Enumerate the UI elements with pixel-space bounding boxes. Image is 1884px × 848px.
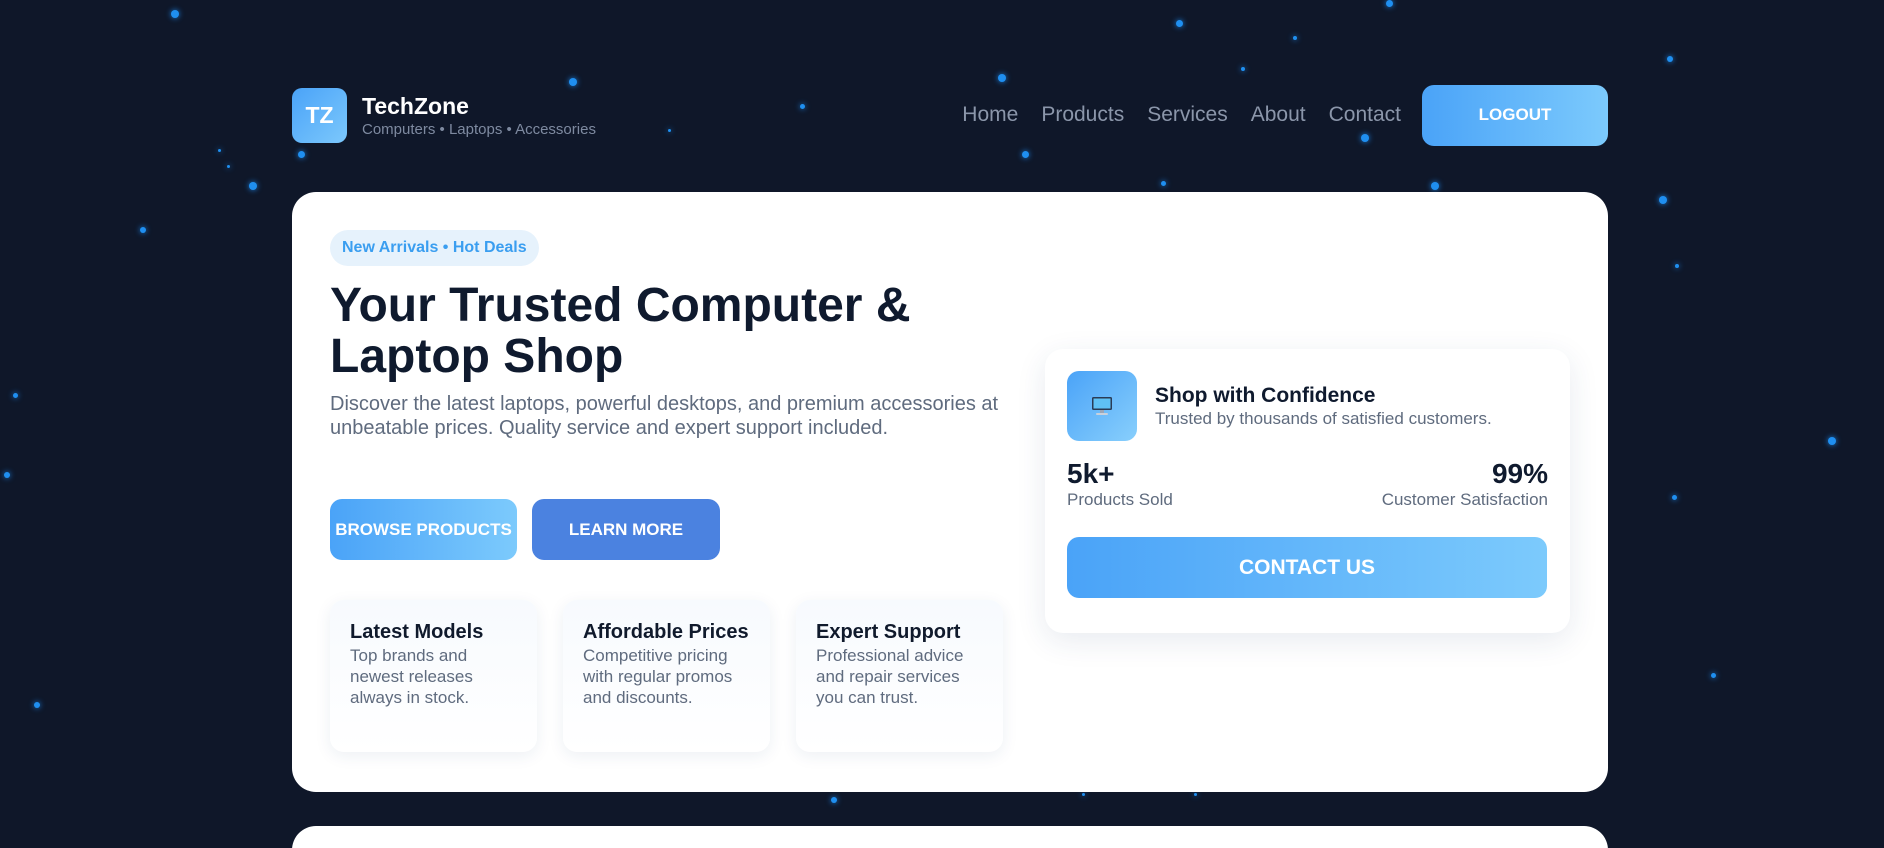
feature-title: Affordable Prices: [583, 621, 749, 643]
star-dot: [1828, 437, 1836, 445]
star-dot: [1241, 67, 1245, 71]
learn-more-button[interactable]: LEARN MORE: [532, 499, 720, 560]
star-dot: [34, 702, 40, 708]
star-dot: [218, 149, 221, 152]
stats-row: 5k+ Products Sold 99% Customer Satisfact…: [1067, 457, 1548, 510]
browse-products-button[interactable]: BROWSE PRODUCTS: [330, 499, 517, 560]
star-dot: [1711, 673, 1716, 678]
confidence-header: Shop with Confidence Trusted by thousand…: [1067, 371, 1548, 441]
brand-tagline: Computers • Laptops • Accessories: [362, 120, 596, 138]
star-dot: [831, 797, 837, 803]
hero-card: New Arrivals • Hot Deals Your Trusted Co…: [292, 192, 1608, 792]
stat-label: Products Sold: [1067, 490, 1173, 509]
star-dot: [998, 74, 1006, 82]
logout-button[interactable]: LOGOUT: [1422, 84, 1608, 146]
star-dot: [4, 472, 10, 478]
stat-products-sold: 5k+ Products Sold: [1067, 457, 1173, 510]
contact-us-button[interactable]: CONTACT US: [1067, 537, 1547, 598]
stat-label: Customer Satisfaction: [1381, 490, 1548, 509]
feature-card-affordable-prices: Affordable Prices Competitive pricing wi…: [563, 600, 770, 752]
stat-value: 5k+: [1067, 458, 1115, 489]
feature-description: Professional advice and repair services …: [816, 646, 964, 707]
star-dot: [227, 165, 230, 168]
hero-headline: Your Trusted Computer & Laptop Shop: [330, 279, 911, 383]
brand-name: TechZone: [362, 92, 469, 119]
star-dot: [1675, 264, 1679, 268]
main-nav: Home Products Services About Contact LOG…: [962, 84, 1608, 146]
feature-title: Latest Models: [350, 621, 484, 643]
nav-contact[interactable]: Contact: [1329, 103, 1401, 127]
star-dot: [1667, 56, 1673, 62]
computer-icon-graphic: [1092, 397, 1112, 415]
hero-badge: New Arrivals • Hot Deals: [330, 230, 539, 266]
star-dot: [298, 151, 305, 158]
nav-products[interactable]: Products: [1041, 103, 1124, 127]
feature-description: Competitive pricing with regular promos …: [583, 646, 733, 707]
star-dot: [1176, 20, 1183, 27]
star-dot: [13, 393, 18, 398]
confidence-text: Shop with Confidence Trusted by thousand…: [1155, 383, 1492, 429]
confidence-subtitle: Trusted by thousands of satisfied custom…: [1155, 409, 1492, 428]
confidence-card: Shop with Confidence Trusted by thousand…: [1045, 349, 1570, 633]
star-dot: [249, 182, 257, 190]
star-dot: [1022, 151, 1029, 158]
hero-description: Discover the latest laptops, powerful de…: [330, 393, 999, 439]
star-dot: [171, 10, 179, 18]
stat-value: 99%: [1491, 458, 1548, 489]
site-header: TZ TechZone Computers • Laptops • Access…: [292, 84, 1608, 146]
star-dot: [140, 227, 146, 233]
nav-about[interactable]: About: [1251, 103, 1306, 127]
star-dot: [1082, 793, 1085, 796]
star-dot: [1161, 181, 1166, 186]
feature-title: Expert Support: [816, 621, 961, 643]
computer-icon: [1067, 371, 1137, 441]
feature-card-latest-models: Latest Models Top brands and newest rele…: [330, 600, 537, 752]
next-section-card: [292, 826, 1608, 848]
brand-text: TechZone Computers • Laptops • Accessori…: [362, 93, 596, 138]
nav-home[interactable]: Home: [962, 103, 1018, 127]
feature-card-expert-support: Expert Support Professional advice and r…: [796, 600, 1003, 752]
stat-customer-satisfaction: 99% Customer Satisfaction: [1382, 457, 1548, 510]
star-dot: [1194, 793, 1197, 796]
feature-description: Top brands and newest releases always in…: [350, 646, 473, 707]
star-dot: [1431, 182, 1439, 190]
nav-services[interactable]: Services: [1147, 103, 1228, 127]
star-dot: [1659, 196, 1667, 204]
star-dot: [1293, 36, 1297, 40]
brand[interactable]: TZ TechZone Computers • Laptops • Access…: [292, 87, 596, 143]
confidence-title: Shop with Confidence: [1155, 384, 1376, 407]
star-dot: [1386, 0, 1393, 7]
star-dot: [1672, 495, 1677, 500]
logo-badge: TZ: [292, 87, 347, 143]
